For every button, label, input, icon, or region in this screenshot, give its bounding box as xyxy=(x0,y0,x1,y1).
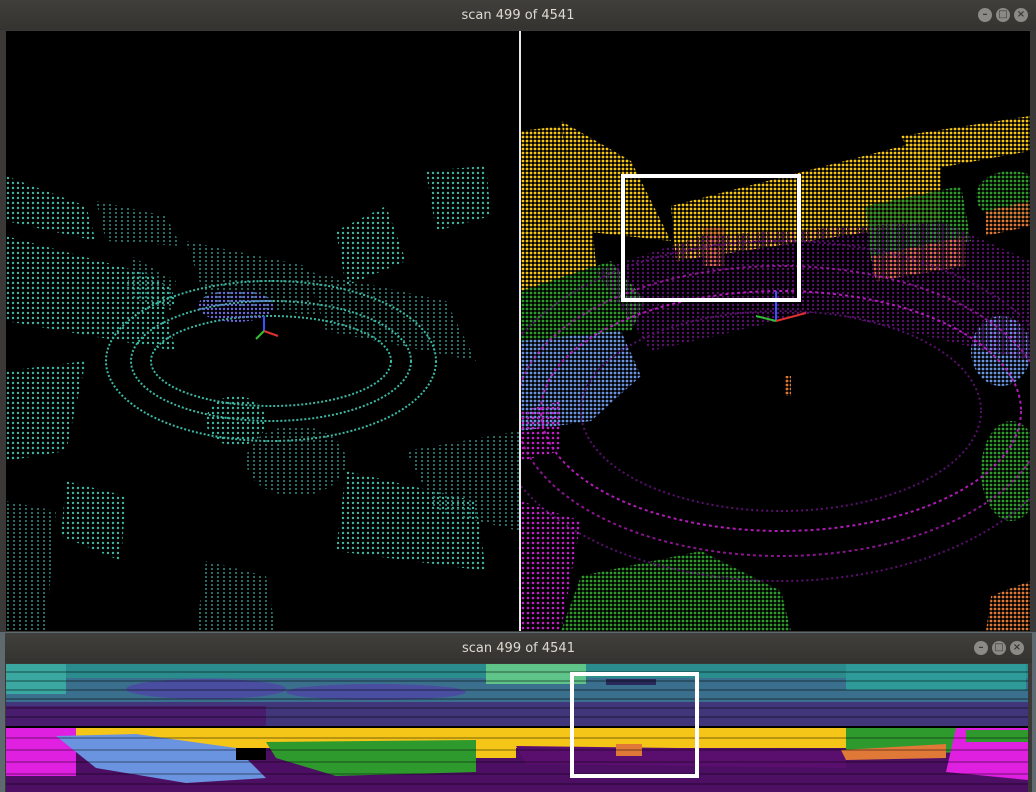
point-cloud-window-titlebar[interactable]: scan 499 of 4541 – □ × xyxy=(0,0,1036,30)
maximize-icon[interactable]: □ xyxy=(992,641,1006,655)
minimize-icon[interactable]: – xyxy=(974,641,988,655)
remission-point-cloud xyxy=(6,166,519,631)
labels-viewport[interactable] xyxy=(521,31,1030,631)
range-image-window: scan 499 of 4541 – □ × xyxy=(5,633,1032,792)
point-cloud-window-title: scan 499 of 4541 xyxy=(461,7,575,23)
labels-range-image[interactable] xyxy=(6,728,1028,792)
range-image-window-titlebar[interactable]: scan 499 of 4541 – □ × xyxy=(5,633,1032,663)
labeled-point-cloud xyxy=(521,116,1030,631)
point-cloud-content xyxy=(6,31,1030,631)
selection-box-3d[interactable] xyxy=(621,174,801,302)
range-image-window-title: scan 499 of 4541 xyxy=(462,640,575,656)
remission-viewport[interactable] xyxy=(6,31,519,631)
close-icon[interactable]: × xyxy=(1010,641,1024,655)
close-icon[interactable]: × xyxy=(1014,8,1028,22)
selection-box-range[interactable] xyxy=(570,672,699,778)
remission-range-image[interactable] xyxy=(6,664,1028,726)
point-cloud-window: scan 499 of 4541 – □ × xyxy=(0,0,1036,632)
minimize-icon[interactable]: – xyxy=(978,8,992,22)
range-image-content xyxy=(6,664,1028,792)
maximize-icon[interactable]: □ xyxy=(996,8,1010,22)
